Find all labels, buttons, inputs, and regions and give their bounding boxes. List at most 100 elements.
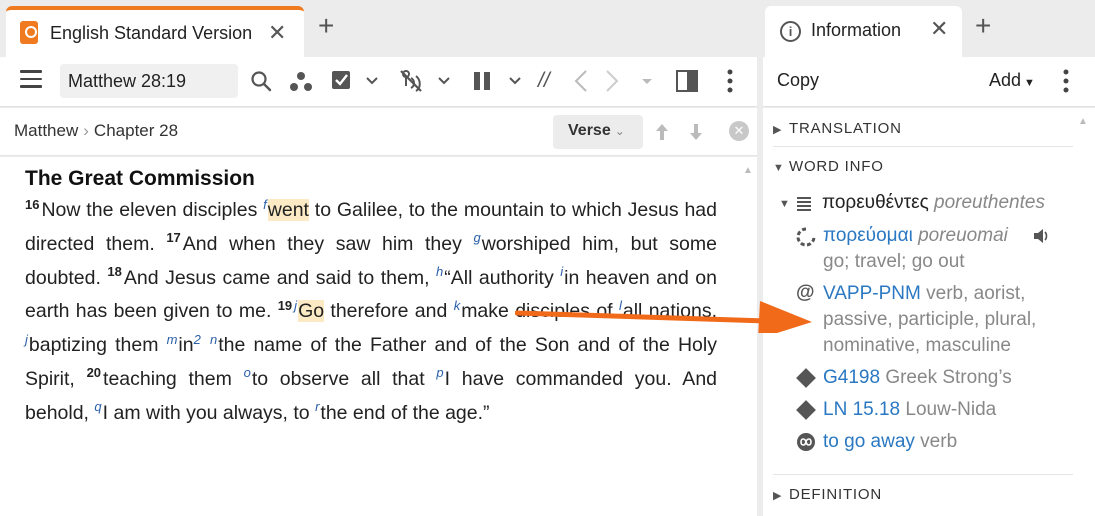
verse-text: therefore and [324,300,454,323]
section-label: TRANSLATION [789,120,902,137]
strongs-label: Greek Strong’s [880,367,1012,388]
footnote-marker[interactable]: h [436,264,443,279]
section-word-info[interactable]: ▼ WORD INFO [773,158,884,175]
selected-word[interactable]: Go [298,300,325,323]
footnote-marker[interactable]: l [619,298,622,313]
verse-number[interactable]: 16 [25,197,39,212]
footnote-marker[interactable]: r [315,399,319,414]
highlighted-word[interactable]: went [267,199,309,221]
more-vertical-icon[interactable] [727,69,733,93]
louw-nida-link[interactable]: LN 15.18 [823,399,900,420]
chevron-down-icon[interactable] [641,78,653,85]
verse-number[interactable]: 19 [278,298,292,313]
chevron-down-icon[interactable] [366,77,378,85]
checkbox-icon[interactable] [330,69,352,91]
plus-icon[interactable]: + [975,12,991,40]
no-audio-icon[interactable] [398,68,424,94]
divider [773,146,1073,147]
verse-number[interactable]: 17 [166,230,180,245]
bible-logo-icon [20,21,38,44]
lemma-icon [796,227,816,247]
surface-word: πορευθέντες poreuthentes [822,190,1045,216]
verse-text: baptizing them [28,334,167,357]
add-button[interactable]: Add ▼ [989,70,1035,91]
section-translation[interactable]: ▶ TRANSLATION [773,120,902,137]
verse-text: make disciples of [461,300,619,323]
copy-button[interactable]: Copy [777,70,819,91]
footnote-marker[interactable]: j [294,298,297,313]
footnote-marker[interactable]: g [473,230,480,245]
louw-nida-label: Louw-Nida [900,399,997,420]
verse-text: Now the eleven disciples [41,199,264,221]
verse-text: in [178,334,194,357]
parallel-icon[interactable]: // [538,68,550,94]
chevron-left-icon[interactable] [574,70,588,92]
verse-text: I am with you always, to [102,401,316,424]
morph-description: passive, participle, plural, [823,309,1037,330]
footnote-marker[interactable]: i [560,264,563,279]
triangle-down-icon[interactable]: ▼ [779,198,790,210]
info-icon: i [780,21,801,42]
chevron-down-icon[interactable] [438,77,450,85]
lemma-gloss: go; travel; go out [823,251,965,272]
diamond-icon [796,368,816,388]
arrow-up-icon[interactable] [654,122,670,142]
close-icon[interactable]: ✕ [268,20,286,46]
breadcrumb-book[interactable]: Matthew [14,121,78,140]
verse-number[interactable]: 18 [107,264,121,279]
speaker-icon[interactable] [1033,228,1051,244]
plus-icon[interactable]: + [318,12,334,40]
more-vertical-icon[interactable] [1063,69,1069,93]
verse-text: all nations, [622,300,717,323]
hamburger-icon[interactable] [20,70,42,90]
footnote-marker[interactable]: m [167,332,178,347]
verse-text: the end of the age.” [320,401,490,424]
breadcrumb-bar: Matthew › Chapter 28 Verse ⌄ ✕ [0,108,757,156]
section-definition[interactable]: ▶ DEFINITION [773,486,882,503]
dots-icon[interactable] [289,71,313,93]
arrow-down-icon[interactable] [688,122,704,142]
footnote-marker[interactable]: n [210,332,217,347]
reference-input[interactable] [60,64,238,98]
caret-down-icon: ▼ [1024,77,1035,89]
chevron-right-icon[interactable] [605,70,619,92]
lemma-link[interactable]: πορεύομαι [823,225,913,246]
scroll-up-icon[interactable]: ▲ [743,165,753,176]
section-heading: The Great Commission [25,167,255,190]
columns-icon[interactable] [473,71,491,91]
surface-greek: πορευθέντες [822,192,929,213]
tab-information[interactable]: i Information ✕ [765,6,962,57]
strongs-link[interactable]: G4198 [823,367,880,388]
footnote-marker[interactable]: f [263,197,267,212]
footnote-marker[interactable]: k [454,298,461,313]
tab-title: English Standard Version [50,23,253,43]
footnote-number[interactable]: 2 [194,332,201,347]
chevron-down-icon[interactable] [509,77,521,85]
footnote-marker[interactable]: q [94,399,101,414]
verse-text: teaching them [103,367,244,390]
diamond-icon [796,400,816,420]
tab-esv[interactable]: English Standard Version ✕ [6,6,304,57]
morph-code-link[interactable]: VAPP-PNM [823,283,921,304]
louw-nida-row: LN 15.18 Louw-Nida [823,397,996,423]
morph-description: verb, aorist, [920,283,1026,304]
add-button-label: Add [989,70,1022,90]
verse-number[interactable]: 20 [87,365,101,380]
breadcrumb: Matthew › Chapter 28 [14,121,178,141]
scroll-up-icon[interactable]: ▲ [1078,116,1088,127]
bible-text-pane: The Great Commission 16 Now the eleven di… [0,157,757,516]
footnote-marker[interactable]: j [25,332,28,347]
clear-icon[interactable]: ✕ [729,121,749,141]
bible-panel: English Standard Version ✕ + // Matthew ›… [0,0,757,516]
close-icon[interactable]: ✕ [930,16,948,42]
sense-link[interactable]: to go away [823,431,915,452]
passage-text: 16 Now the eleven disciples fwent to Gali… [25,194,717,431]
verse-text: And when they saw him they [182,232,474,255]
search-icon[interactable] [250,70,272,92]
verse-dropdown[interactable]: Verse ⌄ [553,115,643,149]
footnote-marker[interactable]: o [244,365,251,380]
verse-text: “All authority [444,266,561,289]
breadcrumb-chapter[interactable]: Chapter 28 [94,121,178,140]
footnote-marker[interactable]: p [436,365,443,380]
panel-icon[interactable] [676,70,698,92]
